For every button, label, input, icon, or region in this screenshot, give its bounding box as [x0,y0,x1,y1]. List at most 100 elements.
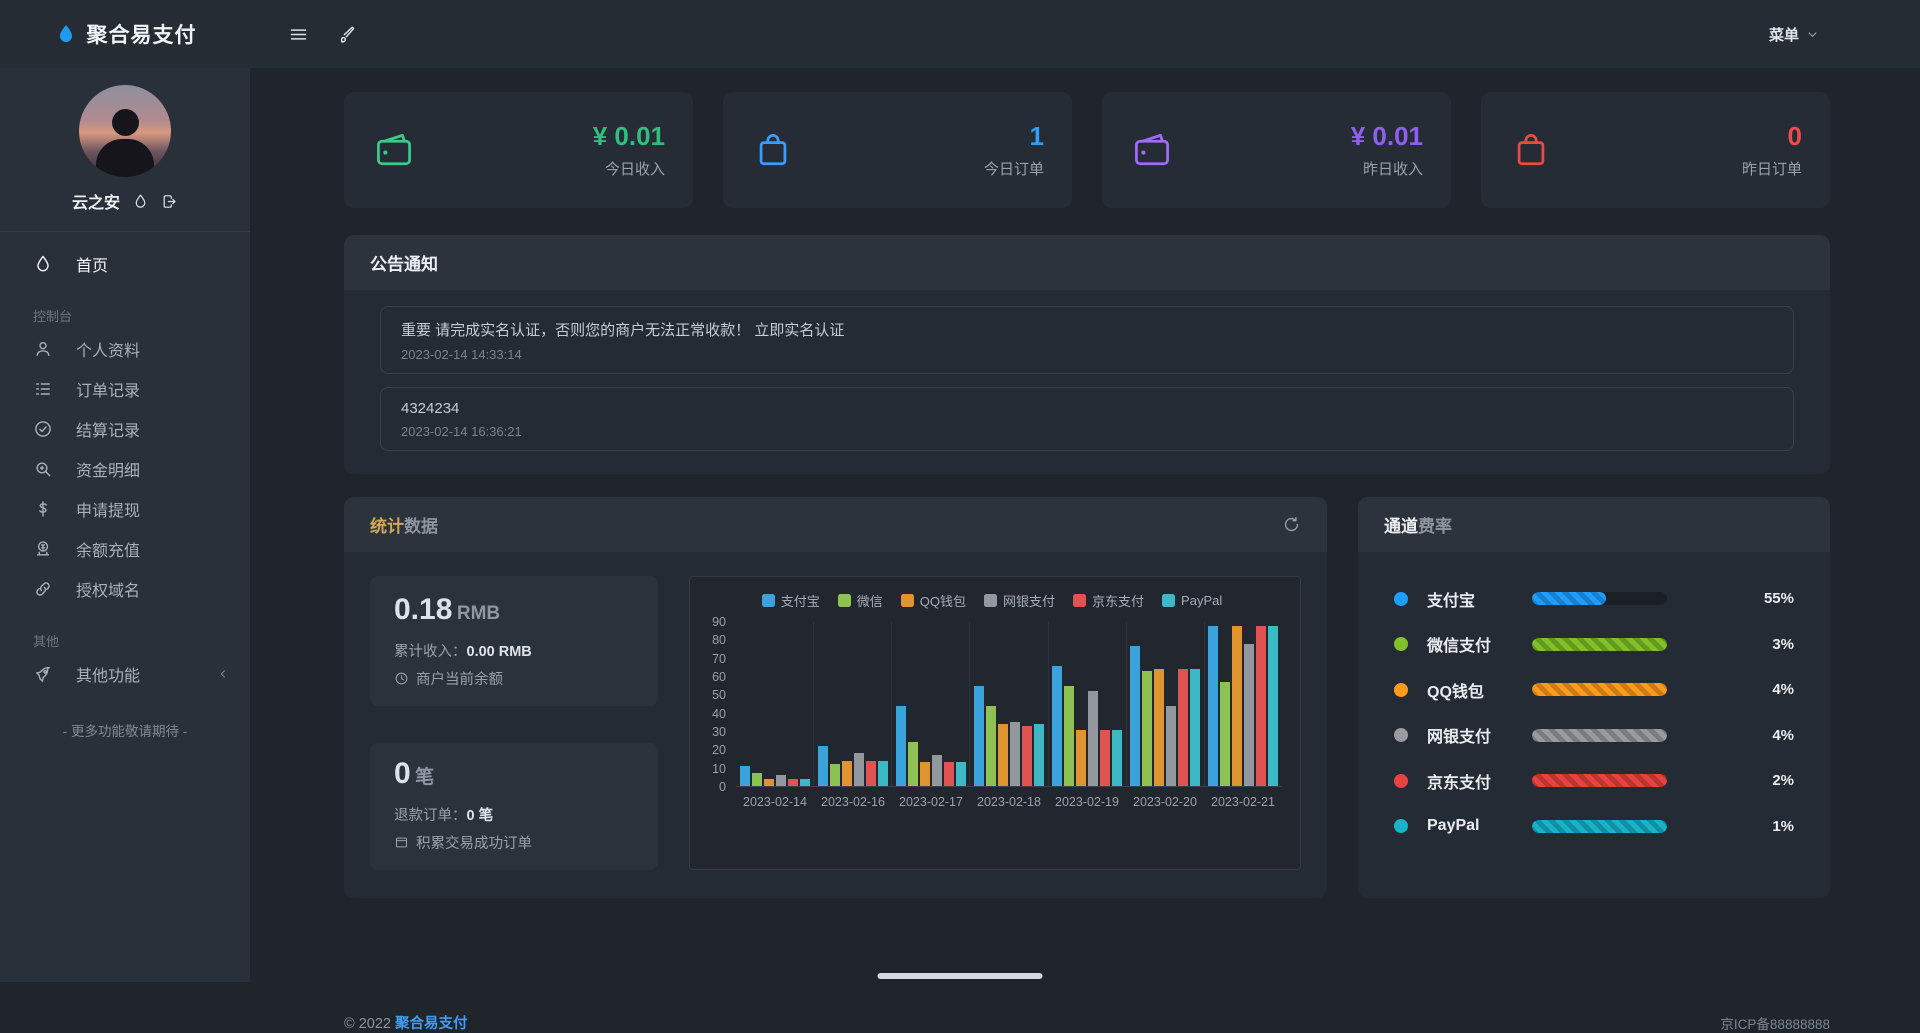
bar-group [1204,622,1282,786]
announcement-text: 重要 请完成实名认证，否则您的商户无法正常收款！ 立即实名认证 [401,319,1773,340]
bar-微信 [830,764,840,786]
bar-微信 [1220,682,1230,786]
channel-progress-fill [1532,774,1667,787]
stat-card-today-orders: 1今日订单 [723,92,1072,208]
app-logo: 聚合易支付 [0,0,250,68]
refresh-icon[interactable] [1282,515,1301,534]
legend-swatch [984,594,997,607]
refund-line1: 退款订单：0 笔 [394,804,634,825]
channel-progressbar [1532,729,1667,742]
bar-QQ钱包 [1232,626,1242,786]
legend-item[interactable]: 网银支付 [984,591,1055,610]
bar-微信 [1064,686,1074,786]
sidebar-item-withdraw[interactable]: 申请提现 [0,489,250,529]
menu-dropdown[interactable]: 菜单 [1769,24,1820,45]
theme-drop-icon[interactable] [132,193,149,210]
sidebar-section-label: 控制台 [0,306,250,325]
sidebar-item-other-functions[interactable]: 其他功能 [0,654,250,694]
channel-progress-fill [1532,592,1606,605]
stat-card-label: 今日收入 [593,158,665,179]
legend-swatch [838,594,851,607]
window-icon [394,835,409,850]
y-tick-label: 10 [712,762,726,776]
footer-brand-link[interactable]: 聚合易支付 [395,1016,468,1032]
sidebar-note: - 更多功能敬请期待 - [0,720,250,740]
legend-item[interactable]: PayPal [1162,591,1222,610]
bar-PayPal [878,761,888,787]
announcements-title: 公告通知 [370,250,438,275]
sidebar-item-label: 首页 [76,252,108,276]
sidebar-item-domains[interactable]: 授权域名 [0,569,250,609]
bar-京东支付 [944,762,954,786]
bar-微信 [752,773,762,786]
chart-plot [736,622,1282,787]
legend-item[interactable]: 微信 [838,591,883,610]
announcement-item[interactable]: 43242342023-02-14 16:36:21 [380,387,1794,451]
y-tick-label: 90 [712,615,726,629]
scrollbar-thumb[interactable] [878,973,1043,979]
sidebar-item-orders[interactable]: 订单记录 [0,369,250,409]
channel-progress-fill [1532,638,1667,651]
bar-支付宝 [1052,666,1062,786]
legend-label: QQ钱包 [920,591,966,610]
sidebar-item-label: 授权域名 [76,577,140,601]
legend-item[interactable]: 京东支付 [1073,591,1144,610]
bar-支付宝 [896,706,906,786]
chart-y-axis: 0102030405060708090 [702,622,736,787]
link-icon [33,579,53,599]
legend-item[interactable]: 支付宝 [762,591,820,610]
sidebar-item-home[interactable]: 首页 [0,244,250,284]
bar-QQ钱包 [998,724,1008,786]
balance-unit: RMB [457,603,500,624]
sidebar-item-profile[interactable]: 个人资料 [0,329,250,369]
legend-label: 京东支付 [1092,591,1144,610]
logout-icon[interactable] [161,193,178,210]
hamburger-menu-icon[interactable] [288,24,309,45]
stat-card-yday-orders: 0昨日订单 [1481,92,1830,208]
bar-支付宝 [1130,646,1140,786]
water-drop-logo-icon [54,22,78,46]
legend-swatch [1162,594,1175,607]
announcements-panel: 公告通知 重要 请完成实名认证，否则您的商户无法正常收款！ 立即实名认证2023… [344,235,1830,474]
chart-legend: 支付宝 微信 QQ钱包网银支付 京东支付 PayPal [702,591,1282,610]
channels-body: 支付宝55%微信支付3%QQ钱包4%网银支付4%京东支付2%PayPal1% [1358,552,1830,849]
y-tick-label: 0 [719,780,726,794]
channels-header: 通道 费率 [1358,497,1830,552]
x-tick-label: 2023-02-19 [1048,795,1126,809]
stat-card-text: ¥ 0.01昨日收入 [1351,121,1423,179]
channel-dot [1394,637,1408,651]
stat-card-text: ¥ 0.01今日收入 [593,121,665,179]
channel-rate: 2% [1772,772,1794,789]
channel-row: QQ钱包4% [1394,667,1794,713]
bar-京东支付 [866,761,876,787]
announcement-item[interactable]: 重要 请完成实名认证，否则您的商户无法正常收款！ 立即实名认证2023-02-1… [380,306,1794,374]
chevron-down-icon [1805,27,1820,42]
bar-group [891,622,969,786]
channel-name: 支付宝 [1427,587,1532,611]
channel-row: PayPal1% [1394,804,1794,850]
bar-QQ钱包 [1154,669,1164,786]
channel-rate: 3% [1772,636,1794,653]
brush-icon[interactable] [337,24,358,45]
legend-swatch [901,594,914,607]
channel-name: 网银支付 [1427,723,1532,747]
refund-value: 0 [394,757,411,790]
bar-京东支付 [788,779,798,786]
y-tick-label: 70 [712,652,726,666]
refund-line2: 积累交易成功订单 [394,832,634,853]
chevron-left-icon [216,667,230,681]
channel-dot [1394,728,1408,742]
bar-group [813,622,891,786]
bar-网银支付 [1010,722,1020,786]
stat-card-text: 1今日订单 [984,121,1044,179]
search-icon [33,459,53,479]
y-tick-label: 50 [712,688,726,702]
sidebar-item-funds[interactable]: 资金明细 [0,449,250,489]
legend-label: 微信 [857,591,883,610]
copyright: © 2022 聚合易支付 [344,1012,468,1033]
channel-name: 京东支付 [1427,769,1532,793]
bar-京东支付 [1100,730,1110,786]
sidebar-item-recharge[interactable]: 余额充值 [0,529,250,569]
legend-item[interactable]: QQ钱包 [901,591,966,610]
sidebar-item-settlement[interactable]: 结算记录 [0,409,250,449]
